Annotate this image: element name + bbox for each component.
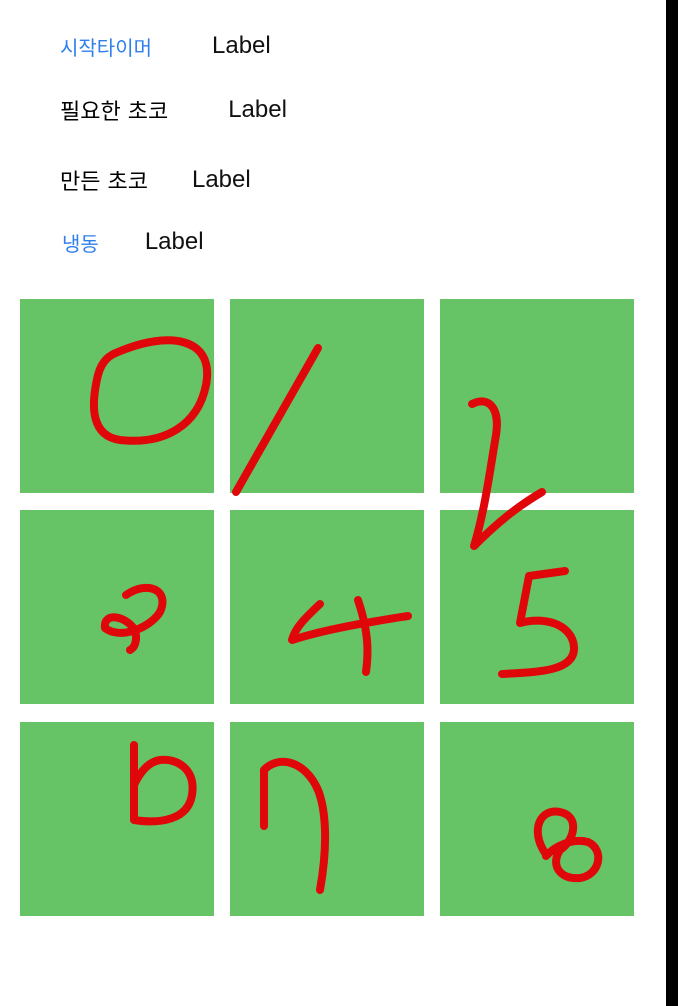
tile-1[interactable] bbox=[230, 299, 424, 493]
made-chocolate-label: 만든 초코 bbox=[60, 170, 148, 195]
tile-0[interactable] bbox=[20, 299, 214, 493]
tile-7[interactable] bbox=[230, 722, 424, 916]
start-timer-value-label: Label bbox=[212, 32, 271, 59]
chocolate-tile-grid bbox=[20, 299, 634, 916]
made-chocolate-value-label: Label bbox=[191, 166, 251, 193]
tile-8[interactable] bbox=[440, 722, 634, 916]
row-made-chocolate: 만든 초코 Label bbox=[60, 160, 251, 200]
row-needed-chocolate: 필요한 초코 Label bbox=[60, 90, 287, 130]
tile-3[interactable] bbox=[20, 510, 214, 704]
screen-edge-bar bbox=[666, 0, 678, 1006]
tile-6[interactable] bbox=[20, 722, 214, 916]
row-start-timer: 시작타이머 Label bbox=[60, 26, 271, 66]
freeze-value-label: Label bbox=[144, 228, 204, 255]
tile-5[interactable] bbox=[440, 510, 634, 704]
start-timer-button[interactable]: 시작타이머 bbox=[60, 32, 152, 61]
row-freeze: 냉동 Label bbox=[62, 222, 204, 262]
needed-chocolate-value-label: Label bbox=[228, 96, 287, 123]
needed-chocolate-label: 필요한 초코 bbox=[60, 100, 169, 125]
tile-2[interactable] bbox=[440, 299, 634, 493]
freeze-button[interactable]: 냉동 bbox=[62, 228, 99, 257]
tile-4[interactable] bbox=[230, 510, 424, 704]
